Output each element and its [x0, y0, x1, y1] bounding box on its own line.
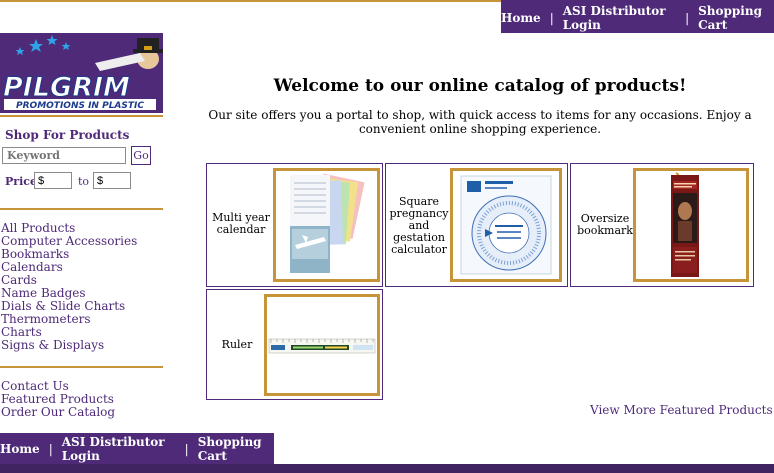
pilgrim-logo[interactable]: PILGRIM PROMOTIONS IN PLASTIC	[0, 33, 163, 113]
nav-asi-login-link[interactable]: ASI Distributor Login	[563, 4, 676, 32]
product-image[interactable]	[273, 168, 380, 282]
go-button[interactable]: Go	[131, 146, 151, 165]
category-signs-displays[interactable]: Signs & Displays	[1, 339, 137, 352]
keyword-search-input[interactable]	[2, 147, 126, 164]
product-card-oversize-bookmark[interactable]: Oversize bookmark	[570, 163, 754, 287]
product-card-multi-year-calendar[interactable]: Multi year calendar	[206, 163, 383, 287]
shop-for-products-heading: Shop For Products	[5, 128, 130, 142]
product-image[interactable]	[450, 168, 562, 282]
product-card-pregnancy-calculator[interactable]: Square pregnancy and gestation calculato…	[385, 163, 568, 287]
bottom-nav: Home | ASI Distributor Login | Shopping …	[0, 433, 274, 464]
sidebar-links: Contact Us Featured Products Order Our C…	[1, 380, 115, 419]
nav-separator: |	[685, 10, 690, 25]
calendar-image	[276, 171, 377, 279]
bookmark-image	[636, 171, 746, 279]
sidebar-divider	[0, 208, 163, 210]
price-to-input[interactable]	[93, 172, 131, 189]
category-list: All Products Computer Accessories Bookma…	[1, 222, 137, 352]
product-image[interactable]	[264, 294, 380, 396]
logo-graphic: PILGRIM PROMOTIONS IN PLASTIC	[0, 33, 163, 113]
product-name: Multi year calendar	[212, 211, 270, 236]
ruler-image	[267, 297, 377, 393]
sidebar-divider	[0, 366, 163, 368]
product-name: Ruler	[221, 338, 253, 351]
calculator-image	[453, 171, 559, 279]
price-label: Price	[5, 175, 37, 188]
top-nav: Home | ASI Distributor Login | Shopping …	[501, 0, 774, 33]
product-name: Oversize bookmark	[577, 212, 633, 237]
product-image[interactable]	[633, 168, 749, 282]
order-catalog-link[interactable]: Order Our Catalog	[1, 406, 115, 419]
product-card-ruler[interactable]: Ruler	[206, 289, 383, 400]
logo-underline	[0, 115, 163, 117]
logo-wordmark: PILGRIM	[3, 72, 130, 103]
view-more-featured-link[interactable]: View More Featured Products	[590, 403, 773, 417]
price-from-input[interactable]	[34, 172, 72, 189]
nav-separator: |	[184, 441, 189, 456]
footer-cart-link[interactable]: Shopping Cart	[198, 435, 274, 463]
nav-home-link[interactable]: Home	[501, 11, 541, 25]
logo-tagline: PROMOTIONS IN PLASTIC	[16, 101, 144, 111]
nav-separator: |	[48, 441, 53, 456]
intro-text: Our site offers you a portal to shop, wi…	[208, 108, 752, 136]
footer-asi-login-link[interactable]: ASI Distributor Login	[62, 435, 176, 463]
price-to-label: to	[78, 175, 90, 188]
nav-separator: |	[549, 10, 554, 25]
welcome-heading: Welcome to our online catalog of product…	[273, 76, 687, 96]
footer-home-link[interactable]: Home	[0, 442, 40, 456]
footer-bar	[0, 464, 774, 473]
nav-cart-link[interactable]: Shopping Cart	[698, 4, 774, 32]
product-name: Square pregnancy and gestation calculato…	[389, 195, 449, 256]
